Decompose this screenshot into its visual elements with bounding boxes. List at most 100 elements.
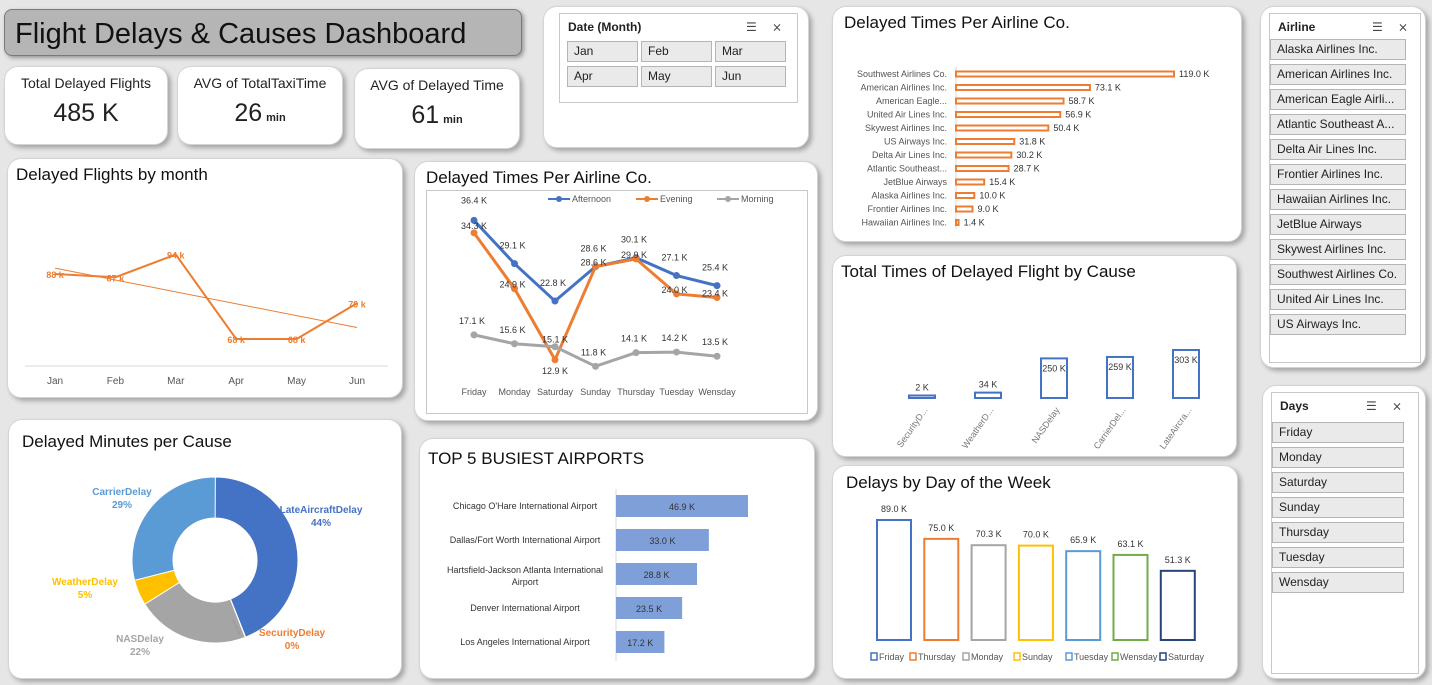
legend-swatch	[870, 652, 878, 661]
slice-label: LateAircraftDelay	[280, 505, 363, 516]
data-label: 79 k	[348, 299, 367, 309]
data-label: 30.1 K	[621, 235, 647, 245]
data-label: 303 K	[1174, 355, 1198, 365]
kpi-label: AVG of Delayed Time	[370, 77, 504, 93]
slicer-item-feb[interactable]: Feb	[641, 41, 712, 62]
data-label: 22.8 K	[540, 278, 566, 288]
data-label: 63.1 K	[1117, 539, 1143, 549]
clear-filter-icon[interactable]: ⨯	[1392, 399, 1402, 413]
data-label: 34 K	[979, 380, 998, 390]
slicer-item-may[interactable]: May	[641, 66, 712, 87]
data-label: 1.4 K	[964, 218, 985, 228]
cause-bar-chart: 2 K SecurityD... 34 K WeatherD... 250 K NASDe…	[895, 349, 1200, 451]
y-tick-label: Airport	[512, 577, 539, 587]
bar	[955, 138, 1016, 145]
data-label: 10.0 K	[979, 191, 1005, 201]
time-of-day-card: Delayed Times Per Airline Co. Afternoon E…	[414, 161, 818, 421]
kpi-unit: min	[266, 112, 286, 124]
slicer-item-delta-air-lines-inc[interactable]: Delta Air Lines Inc.	[1270, 139, 1406, 160]
data-label: 29.1 K	[499, 241, 525, 251]
x-tick-label: CarrierDel...	[1092, 405, 1128, 450]
slice-percent: 29%	[112, 500, 132, 511]
legend-label: Evening	[660, 194, 693, 204]
x-tick-label: Apr	[228, 376, 244, 387]
slicer-item-american-airlines-inc[interactable]: American Airlines Inc.	[1270, 64, 1406, 85]
slicer-item-sunday[interactable]: Sunday	[1272, 497, 1404, 518]
kpi-total-delayed: Total Delayed Flights 485 K	[4, 66, 168, 145]
bar	[955, 124, 1050, 132]
multi-select-icon[interactable]: ☰	[1366, 399, 1377, 413]
x-tick-label: Sunday	[580, 387, 611, 397]
slicer-item-saturday[interactable]: Saturday	[1272, 472, 1404, 493]
month-slicer-card: Date (Month) ☰ ⨯ Jan Feb Mar Apr May Jun	[543, 6, 809, 148]
data-label: 51.3 K	[1165, 555, 1191, 565]
slicer-item-frontier-airlines-inc[interactable]: Frontier Airlines Inc.	[1270, 164, 1406, 185]
y-tick-label: Southwest Airlines Co.	[857, 69, 947, 79]
slice-label: NASDelay	[116, 634, 164, 645]
x-tick-label: Saturday	[537, 387, 574, 397]
slicer-item-friday[interactable]: Friday	[1272, 422, 1404, 443]
data-label: 68 k	[288, 335, 307, 345]
bar	[955, 111, 1062, 118]
slicer-item-jan[interactable]: Jan	[567, 41, 638, 62]
data-label: 17.2 K	[627, 638, 653, 648]
y-tick-label: Atlantic Southeast...	[867, 164, 947, 174]
slice-percent: 0%	[285, 641, 300, 652]
bar	[1159, 569, 1196, 641]
slicer-item-atlantic-southeast-a[interactable]: Atlantic Southeast A...	[1270, 114, 1406, 135]
bar	[974, 391, 1002, 399]
bar	[955, 205, 974, 213]
data-label: 29.9 K	[621, 250, 647, 260]
x-tick-label: Feb	[107, 376, 125, 387]
data-point	[632, 349, 640, 357]
slicer-item-jetblue-airways[interactable]: JetBlue Airways	[1270, 214, 1406, 235]
slicer-item-monday[interactable]: Monday	[1272, 447, 1404, 468]
cause-bar-card: Total Times of Delayed Flight by Cause 2…	[832, 255, 1237, 457]
x-tick-label: NASDelay	[1030, 405, 1062, 445]
x-tick-label: Jan	[47, 376, 63, 387]
data-label: 23.4 K	[702, 288, 728, 298]
legend-label: Morning	[741, 194, 774, 204]
legend-label: Afternoon	[572, 194, 611, 204]
clear-filter-icon[interactable]: ⨯	[772, 20, 782, 34]
slicer-item-hawaiian-airlines-inc[interactable]: Hawaiian Airlines Inc.	[1270, 189, 1406, 210]
slice-label: WeatherDelay	[52, 577, 118, 588]
legend-label: Wensday	[1120, 652, 1158, 662]
slicer-item-apr[interactable]: Apr	[567, 66, 638, 87]
slicer-item-tuesday[interactable]: Tuesday	[1272, 547, 1404, 568]
page-title: Flight Delays & Causes Dashboard	[15, 18, 467, 50]
clear-filter-icon[interactable]: ⨯	[1398, 20, 1408, 34]
kpi-value: 485 K	[53, 99, 119, 127]
slicer-title: Airline	[1278, 20, 1316, 34]
series-line	[54, 253, 358, 340]
multi-select-icon[interactable]: ☰	[1372, 20, 1383, 34]
bar	[955, 84, 1091, 91]
data-label: 259 K	[1108, 362, 1132, 372]
data-label: 28.7 K	[1014, 164, 1040, 174]
data-label: 75.0 K	[928, 523, 954, 533]
slice-percent: 5%	[78, 590, 93, 601]
data-label: 250 K	[1042, 363, 1066, 373]
slicer-item-wensday[interactable]: Wensday	[1272, 572, 1404, 593]
bar	[955, 151, 1013, 159]
month-line-card: Delayed Flights by month 88 k Jan 87 k Feb 9…	[7, 158, 403, 398]
data-point	[511, 260, 518, 268]
airline-slicer: Airline ☰ ⨯ Alaska Airlines Inc. American…	[1269, 13, 1421, 363]
slicer-item-thursday[interactable]: Thursday	[1272, 522, 1404, 543]
kpi-value: 26 min	[234, 99, 286, 127]
slicer-item-us-airways-inc[interactable]: US Airways Inc.	[1270, 314, 1406, 335]
data-label: 15.6 K	[499, 325, 525, 335]
slicer-item-united-air-lines-inc[interactable]: United Air Lines Inc.	[1270, 289, 1406, 310]
slicer-item-mar[interactable]: Mar	[715, 41, 786, 62]
days-slicer: Days ☰ ⨯ Friday Monday Saturday Sunday Thurs…	[1271, 392, 1419, 674]
slicer-item-jun[interactable]: Jun	[715, 66, 786, 87]
slicer-item-skywest-airlines-inc[interactable]: Skywest Airlines Inc.	[1270, 239, 1406, 260]
slicer-item-american-eagle-airli[interactable]: American Eagle Airli...	[1270, 89, 1406, 110]
x-tick-label: Thursday	[617, 387, 655, 397]
bar	[876, 519, 912, 641]
bar	[955, 192, 976, 199]
multi-select-icon[interactable]: ☰	[746, 20, 757, 34]
slicer-item-alaska-airlines-inc[interactable]: Alaska Airlines Inc.	[1270, 39, 1406, 60]
slicer-item-southwest-airlines-co[interactable]: Southwest Airlines Co.	[1270, 264, 1406, 285]
days-slicer-card: Days ☰ ⨯ Friday Monday Saturday Sunday Thurs…	[1262, 385, 1426, 679]
